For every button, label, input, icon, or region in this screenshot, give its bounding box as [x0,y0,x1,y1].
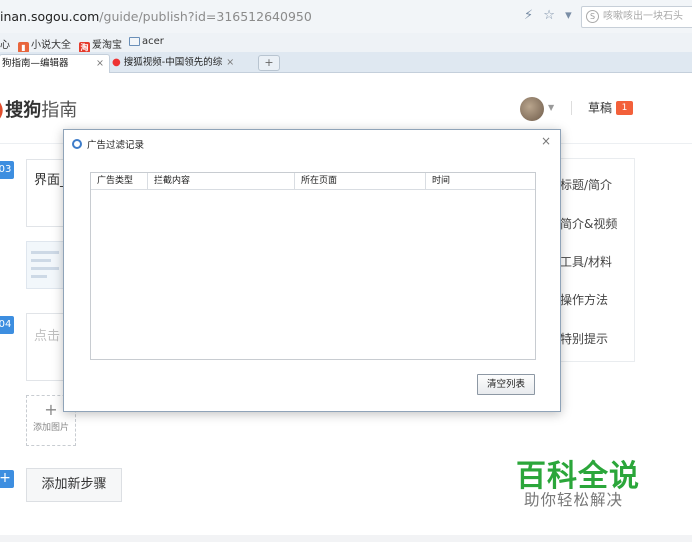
tab-label: 搜狐视频-中国领先的综 [123,57,223,68]
table-header: 广告类型 拦截内容 所在页面 时间 [91,173,535,190]
column-header[interactable]: 所在页面 [295,173,426,189]
site-logo[interactable]: )搜狗指南 [0,96,77,122]
search-placeholder: 咳嗽咳出一块石头 [603,11,683,22]
bookmark-item[interactable]: ▮ 小说大全 [18,36,71,53]
ad-log-table: 广告类型 拦截内容 所在页面 时间 [90,172,536,360]
logo-suffix: 指南 [41,100,78,121]
outline-item[interactable]: 标题/简介 [560,176,612,193]
draft-count-badge: 1 [616,101,633,115]
draft-link[interactable]: 草稿 [588,99,612,116]
url-host: inan.sogou.com [0,9,100,24]
step-number: 04 [0,316,14,334]
dialog-title: 广告过滤记录 [72,137,144,151]
outline-item[interactable]: 特别提示 [560,330,608,347]
close-tab-icon[interactable]: × [226,57,234,68]
step-image-thumbnail[interactable] [26,241,68,289]
outline-item[interactable]: 操作方法 [560,291,608,308]
logo-text: 搜狗 [5,100,42,121]
sogou-browser-icon [72,139,82,149]
header-divider [571,101,572,115]
avatar[interactable] [520,97,544,121]
search-box[interactable]: S 咳嗽咳出一块石头 [581,6,692,28]
add-image-label: 添加图片 [32,423,69,433]
dialog-title-text: 广告过滤记录 [87,140,145,151]
close-tab-icon[interactable]: × [96,55,104,73]
lightning-icon[interactable]: ⚡ [524,8,533,23]
address-bar-actions: ⚡ ☆ ▾ [524,8,578,23]
bookmark-label: 爱淘宝 [92,40,122,51]
sogou-search-icon: S [586,10,599,23]
promo-subtitle: 助你轻松解决 [524,491,624,509]
bookmark-item[interactable]: 淘爱淘宝 [79,36,122,53]
clear-list-button[interactable]: 清空列表 [477,374,535,395]
step-text-box[interactable] [26,313,68,381]
bookmarks-bar: 心 ▮ 小说大全 淘爱淘宝 acer [0,33,692,53]
bottom-strip [0,535,692,542]
new-tab-button[interactable]: + [258,55,280,71]
sogou-logo-icon: ) [0,100,4,121]
bookmark-item[interactable]: 心 [0,36,10,51]
url-field[interactable]: inan.sogou.com/guide/publish?id=31651264… [0,9,312,24]
tab-sohu-video[interactable]: ● 搜狐视频-中国领先的综 × [112,54,252,72]
bookmark-item[interactable]: acer [129,36,164,47]
address-bar[interactable]: inan.sogou.com/guide/publish?id=31651264… [0,0,692,34]
column-header[interactable]: 广告类型 [91,173,148,189]
url-path: /guide/publish?id=316512640950 [99,9,312,24]
column-header[interactable]: 拦截内容 [148,173,295,189]
add-step-button[interactable]: 添加新步骤 [26,468,122,502]
step-placeholder: 点击 [34,329,61,344]
bookmark-label: acer [142,36,164,47]
step-number: 03 [0,161,14,179]
plus-icon[interactable]: + [0,470,14,488]
sohu-video-icon: ● [112,57,121,68]
chevron-down-icon[interactable]: ▾ [565,8,572,23]
close-icon[interactable]: × [541,134,551,148]
step-title: 界面_ [34,173,67,188]
ad-filter-dialog: 广告过滤记录 × 广告类型 拦截内容 所在页面 时间 清空列表 [63,129,561,412]
folder-icon [129,37,140,46]
tab-label: 狗指南—编辑器 [2,58,69,69]
outline-item[interactable]: 简介&视频 [560,215,617,232]
outline-item[interactable]: 工具/材料 [560,253,612,270]
column-header[interactable]: 时间 [426,173,535,189]
tab-bar: 狗指南—编辑器 × ● 搜狐视频-中国领先的综 × + [0,52,692,73]
star-icon[interactable]: ☆ [543,8,555,23]
chevron-down-icon[interactable]: ▼ [548,103,554,112]
tab-editor[interactable]: 狗指南—编辑器 × [0,54,110,73]
bookmark-label: 心 [0,40,10,51]
bookmark-label: 小说大全 [31,40,71,51]
